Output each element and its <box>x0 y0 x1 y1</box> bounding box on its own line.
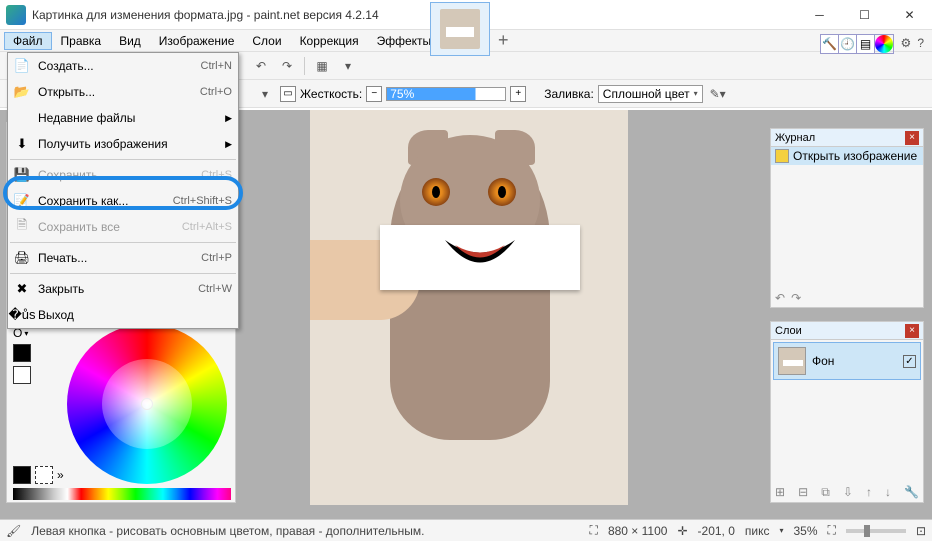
status-dims: 880 × 1100 <box>608 524 668 538</box>
history-close-icon[interactable]: × <box>905 131 919 145</box>
pos-icon: ✛ <box>677 524 687 538</box>
secondary-swatch[interactable] <box>35 466 53 484</box>
undo-icon[interactable]: ↶ <box>250 55 272 77</box>
ruler-icon[interactable]: ▾ <box>337 55 359 77</box>
zoom-100-icon[interactable]: ⊡ <box>916 524 926 538</box>
up-layer-icon[interactable]: ↑ <box>866 485 872 500</box>
dec-button[interactable]: ▭ <box>280 86 296 102</box>
grid-icon[interactable]: ▦ <box>311 55 333 77</box>
exit-icon: �ůs <box>14 307 30 323</box>
menu-new[interactable]: 📄Создать...Ctrl+N <box>8 53 238 79</box>
open-icon: 📂 <box>14 84 30 100</box>
menu-open[interactable]: 📂Открыть...Ctrl+O <box>8 79 238 105</box>
menu-print[interactable]: 🖨Печать...Ctrl+P <box>8 245 238 271</box>
menu-image[interactable]: Изображение <box>150 32 244 50</box>
canvas[interactable] <box>310 110 628 505</box>
layers-panel[interactable]: Слои× Фон ✓ ⊞ ⊟ ⧉ ⇩ ↑ ↓ 🔧 <box>770 321 924 503</box>
primary-swatch[interactable] <box>13 466 31 484</box>
brush-status-icon: 🖌 <box>6 524 21 538</box>
saveas-icon: 📝 <box>14 193 30 209</box>
smile-drawing <box>440 235 520 275</box>
unit-select[interactable]: пикс <box>745 524 770 538</box>
antialias-icon[interactable]: ✎▾ <box>707 83 729 105</box>
status-pos: -201, 0 <box>698 524 735 538</box>
menu-view[interactable]: Вид <box>110 32 150 50</box>
down-layer-icon[interactable]: ↓ <box>885 485 891 500</box>
layer-thumb <box>778 347 806 375</box>
layer-visible-checkbox[interactable]: ✓ <box>903 355 916 368</box>
layers-toggle-icon[interactable]: ▤ <box>857 35 875 53</box>
close-window-button[interactable]: ✕ <box>887 0 932 30</box>
document-thumb[interactable] <box>430 2 490 56</box>
layers-title: Слои <box>775 325 905 337</box>
menu-edit[interactable]: Правка <box>52 32 111 50</box>
color-wheel[interactable] <box>67 324 227 484</box>
maximize-button[interactable]: ☐ <box>842 0 887 30</box>
close-icon: ✖ <box>14 281 30 297</box>
palette[interactable] <box>13 488 231 500</box>
help-icon[interactable]: ? <box>917 36 924 50</box>
colors-panel[interactable]: О▾ » <box>6 305 236 503</box>
layer-props-icon[interactable]: 🔧 <box>904 485 919 500</box>
undo-hist-icon[interactable]: ↶ <box>775 291 785 305</box>
menu-acquire[interactable]: ⬇Получить изображения▶ <box>8 131 238 157</box>
redo-hist-icon[interactable]: ↷ <box>791 291 801 305</box>
hardness-min-button[interactable]: − <box>366 86 382 102</box>
menu-recent[interactable]: Недавние файлы▶ <box>8 105 238 131</box>
settings-icon[interactable]: ⚙ <box>901 36 912 50</box>
menu-save-as[interactable]: 📝Сохранить как...Ctrl+Shift+S <box>8 188 238 214</box>
new-icon: 📄 <box>14 58 30 74</box>
history-toggle-icon[interactable]: 🕘 <box>839 35 857 53</box>
redo-icon[interactable]: ↷ <box>276 55 298 77</box>
app-icon <box>6 5 26 25</box>
menu-adjust[interactable]: Коррекция <box>291 32 368 50</box>
tools-toggle-icon[interactable]: 🔨 <box>821 35 839 53</box>
layers-close-icon[interactable]: × <box>905 324 919 338</box>
print-icon: 🖨 <box>14 250 30 266</box>
panel-toggle-row: 🔨 🕘 ▤ <box>820 34 894 54</box>
saveall-icon: 🗎 <box>14 219 30 235</box>
hardness-control: Жесткость: − 75% + <box>300 86 526 102</box>
window-title: Картинка для изменения формата.jpg - pai… <box>32 8 797 22</box>
history-title: Журнал <box>775 132 905 144</box>
merge-layer-icon[interactable]: ⇩ <box>843 485 853 500</box>
fit-icon[interactable]: ⛶ <box>828 523 836 538</box>
layer-row[interactable]: Фон ✓ <box>773 342 921 380</box>
status-hint: Левая кнопка - рисовать основным цветом,… <box>31 524 424 538</box>
hardness-label: Жесткость: <box>300 87 362 101</box>
save-icon: 💾 <box>14 167 30 183</box>
menu-exit[interactable]: �ůsВыход <box>8 302 238 328</box>
menu-save: 💾СохранитьCtrl+S <box>8 162 238 188</box>
brush-width-icon[interactable]: ▾ <box>254 83 276 105</box>
acquire-icon: ⬇ <box>14 136 30 152</box>
layer-name: Фон <box>812 354 897 368</box>
history-panel[interactable]: Журнал× Открыть изображение ↶ ↷ <box>770 128 924 308</box>
history-item[interactable]: Открыть изображение <box>771 147 923 165</box>
hardness-max-button[interactable]: + <box>510 86 526 102</box>
zoom-slider[interactable] <box>846 529 906 533</box>
menu-layers[interactable]: Слои <box>243 32 290 50</box>
folder-icon <box>775 149 789 163</box>
dup-layer-icon[interactable]: ⧉ <box>821 485 830 500</box>
file-menu-dropdown: 📄Создать...Ctrl+N 📂Открыть...Ctrl+O Неда… <box>7 52 239 329</box>
color-mode[interactable]: О▾ <box>13 326 31 384</box>
colors-toggle-icon[interactable] <box>875 35 893 53</box>
menu-save-all: 🗎Сохранить всеCtrl+Alt+S <box>8 214 238 240</box>
menu-file[interactable]: Файл <box>4 32 52 50</box>
menu-close-doc[interactable]: ✖ЗакрытьCtrl+W <box>8 276 238 302</box>
add-doc-icon[interactable]: + <box>498 30 509 51</box>
dims-icon: ⛶ <box>590 523 598 538</box>
add-layer-icon[interactable]: ⊞ <box>775 485 785 500</box>
minimize-button[interactable]: ─ <box>797 0 842 30</box>
hardness-slider[interactable]: 75% <box>386 87 506 101</box>
fill-select[interactable]: Сплошной цвет▾ <box>598 85 703 103</box>
fill-label: Заливка: <box>544 87 594 101</box>
status-zoom: 35% <box>794 524 818 538</box>
status-bar: 🖌 Левая кнопка - рисовать основным цвето… <box>0 519 932 541</box>
del-layer-icon[interactable]: ⊟ <box>798 485 808 500</box>
more-colors-icon[interactable]: » <box>57 468 64 482</box>
